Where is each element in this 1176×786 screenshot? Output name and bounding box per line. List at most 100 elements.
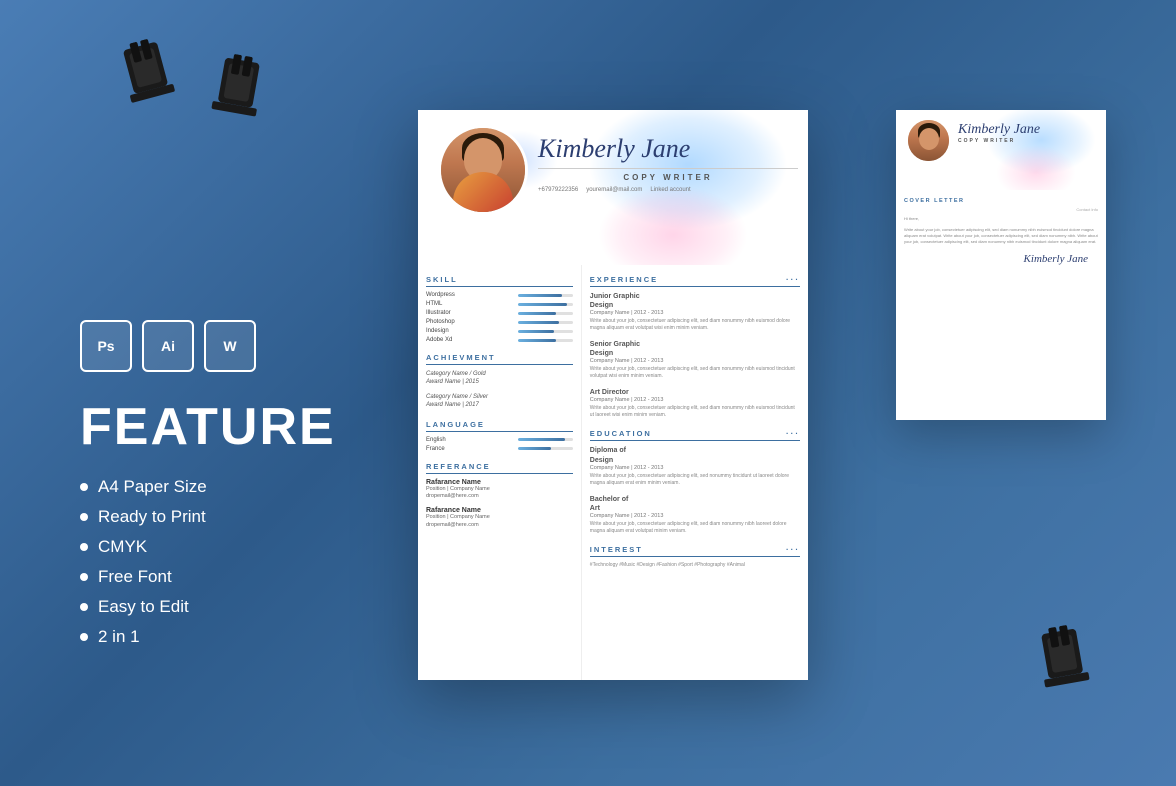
feature-item-font-label: Free Font [98, 567, 172, 587]
feature-item-print: Ready to Print [80, 507, 380, 527]
experience-title: EXPERIENCE ··· [590, 275, 800, 287]
cl-head [919, 128, 939, 150]
feature-item-a4-label: A4 Paper Size [98, 477, 207, 497]
feature-item-font: Free Font [80, 567, 380, 587]
resume-header: Kimberly Jane COPY WRITER +67979222356 y… [418, 110, 808, 265]
exp-art-director: Art Director Company Name | 2012 - 2013 … [590, 388, 800, 419]
cl-contact-label: Contact Info [904, 207, 1098, 212]
achievement-cat-1: Category Name / Gold [426, 370, 573, 378]
feature-item-2in1: 2 in 1 [80, 627, 380, 647]
resume-name: Kimberly Jane [538, 135, 798, 164]
resume-social: Linked account [650, 187, 690, 193]
feature-item-edit: Easy to Edit [80, 597, 380, 617]
cl-photo [906, 118, 951, 163]
dots-icon: ··· [786, 429, 800, 438]
bullet-icon [80, 573, 88, 581]
ref-2: Rafarance Name Position | Company Name d… [426, 507, 573, 529]
skill-html: HTML [426, 301, 573, 307]
resume-contact: +67979222356 youremail@mail.com Linked a… [538, 187, 798, 193]
achievement-title: ACHIEVMENT [426, 353, 573, 365]
education-section: EDUCATION ··· Diploma ofDesign Company N… [590, 429, 800, 534]
exp-role-2: Senior GraphicDesign [590, 340, 800, 358]
ps-label: Ps [97, 338, 114, 354]
cl-header: Kimberly Jane COPY WRITER [896, 110, 1106, 190]
skill-fill [518, 339, 557, 342]
person-image [441, 128, 525, 212]
dots-icon: ··· [786, 545, 800, 554]
skill-bar [518, 321, 573, 324]
skill-name: HTML [426, 301, 442, 307]
cl-section-title: COVER LETTER [904, 198, 1098, 204]
edu-desc-1: Write about your job, consectetuer adipi… [590, 473, 800, 487]
ai-label: Ai [161, 338, 175, 354]
ref-email-2: dropemail@here.com [426, 522, 573, 530]
skill-bar [518, 303, 573, 306]
edu-diploma: Diploma ofDesign Company Name | 2012 - 2… [590, 446, 800, 486]
cover-letter-card: Kimberly Jane COPY WRITER COVER LETTER C… [896, 110, 1106, 420]
language-section: LANGUAGE English France [426, 420, 573, 452]
resume-card: Kimberly Jane COPY WRITER +67979222356 y… [418, 110, 808, 680]
left-panel: Ps Ai W FEATURE A4 Paper Size Ready to P… [80, 320, 380, 657]
achievement-award-1: Award Name | 2015 [426, 378, 573, 386]
feature-title: FEATURE [80, 397, 380, 457]
reference-section: REFERANCE Rafarance Name Position | Comp… [426, 462, 573, 530]
feature-item-edit-label: Easy to Edit [98, 597, 189, 617]
edu-degree-1: Diploma ofDesign [590, 446, 800, 464]
cl-name: Kimberly Jane [958, 122, 1040, 138]
skill-bar [518, 312, 573, 315]
word-icon: W [204, 320, 256, 372]
bullet-icon [80, 633, 88, 641]
ref-name-2: Rafarance Name [426, 507, 573, 514]
achievement-cat-2: Category Name / Silver [426, 393, 573, 401]
achievement-award-2: Award Name | 2017 [426, 401, 573, 409]
skill-fill [518, 303, 568, 306]
cl-name-area: Kimberly Jane COPY WRITER [958, 122, 1040, 144]
skill-fill [518, 321, 559, 324]
exp-company-3: Company Name | 2012 - 2013 [590, 397, 800, 403]
edu-degree-2: Bachelor ofArt [590, 495, 800, 513]
resume-name-area: Kimberly Jane COPY WRITER +67979222356 y… [538, 135, 798, 193]
achievement-section: ACHIEVMENT Category Name / Gold Award Na… [426, 353, 573, 410]
exp-role-1: Junior GraphicDesign [590, 292, 800, 310]
lang-name: France [426, 446, 445, 452]
education-title: EDUCATION ··· [590, 429, 800, 441]
bullet-icon [80, 483, 88, 491]
feature-item-2in1-label: 2 in 1 [98, 627, 140, 647]
exp-role-3: Art Director [590, 388, 800, 397]
illustrator-icon: Ai [142, 320, 194, 372]
exp-company-1: Company Name | 2012 - 2013 [590, 310, 800, 316]
exp-senior: Senior GraphicDesign Company Name | 2012… [590, 340, 800, 380]
language-title: LANGUAGE [426, 420, 573, 432]
skill-name: Adobe Xd [426, 337, 452, 343]
skills-section: SKILL Wordpress HTML Illustrator [426, 275, 573, 343]
resume-phone: +67979222356 [538, 187, 578, 193]
reference-title: REFERANCE [426, 462, 573, 474]
lang-fill [518, 447, 551, 450]
interest-tags: #Technology #Music #Design #Fashion #Spo… [590, 562, 800, 569]
resume-body: SKILL Wordpress HTML Illustrator [418, 265, 808, 680]
feature-list: A4 Paper Size Ready to Print CMYK Free F… [80, 477, 380, 647]
skill-name: Photoshop [426, 319, 455, 325]
interest-title: INTEREST ··· [590, 545, 800, 557]
lang-bar [518, 447, 573, 450]
lang-bar [518, 438, 573, 441]
experience-section: EXPERIENCE ··· Junior GraphicDesign Comp… [590, 275, 800, 419]
cl-job-title: COPY WRITER [958, 138, 1040, 144]
cl-body: COVER LETTER Contact Info Hi there, Writ… [896, 190, 1106, 273]
bullet-icon [80, 603, 88, 611]
resume-left-column: SKILL Wordpress HTML Illustrator [418, 265, 582, 680]
photoshop-icon: Ps [80, 320, 132, 372]
skill-bar [518, 330, 573, 333]
feature-item-cmyk: CMYK [80, 537, 380, 557]
edu-company-2: Company Name | 2012 - 2013 [590, 513, 800, 519]
cl-person [908, 120, 949, 161]
skill-name: Indesign [426, 328, 449, 334]
ref-detail-2: Position | Company Name [426, 514, 573, 522]
skill-name: Wordpress [426, 292, 455, 298]
binder-clip-bottom-right [1030, 622, 1096, 700]
skill-fill [518, 330, 554, 333]
resume-divider [538, 168, 798, 169]
interest-section: INTEREST ··· #Technology #Music #Design … [590, 545, 800, 569]
lang-france: France [426, 446, 573, 452]
ref-name-1: Rafarance Name [426, 479, 573, 486]
